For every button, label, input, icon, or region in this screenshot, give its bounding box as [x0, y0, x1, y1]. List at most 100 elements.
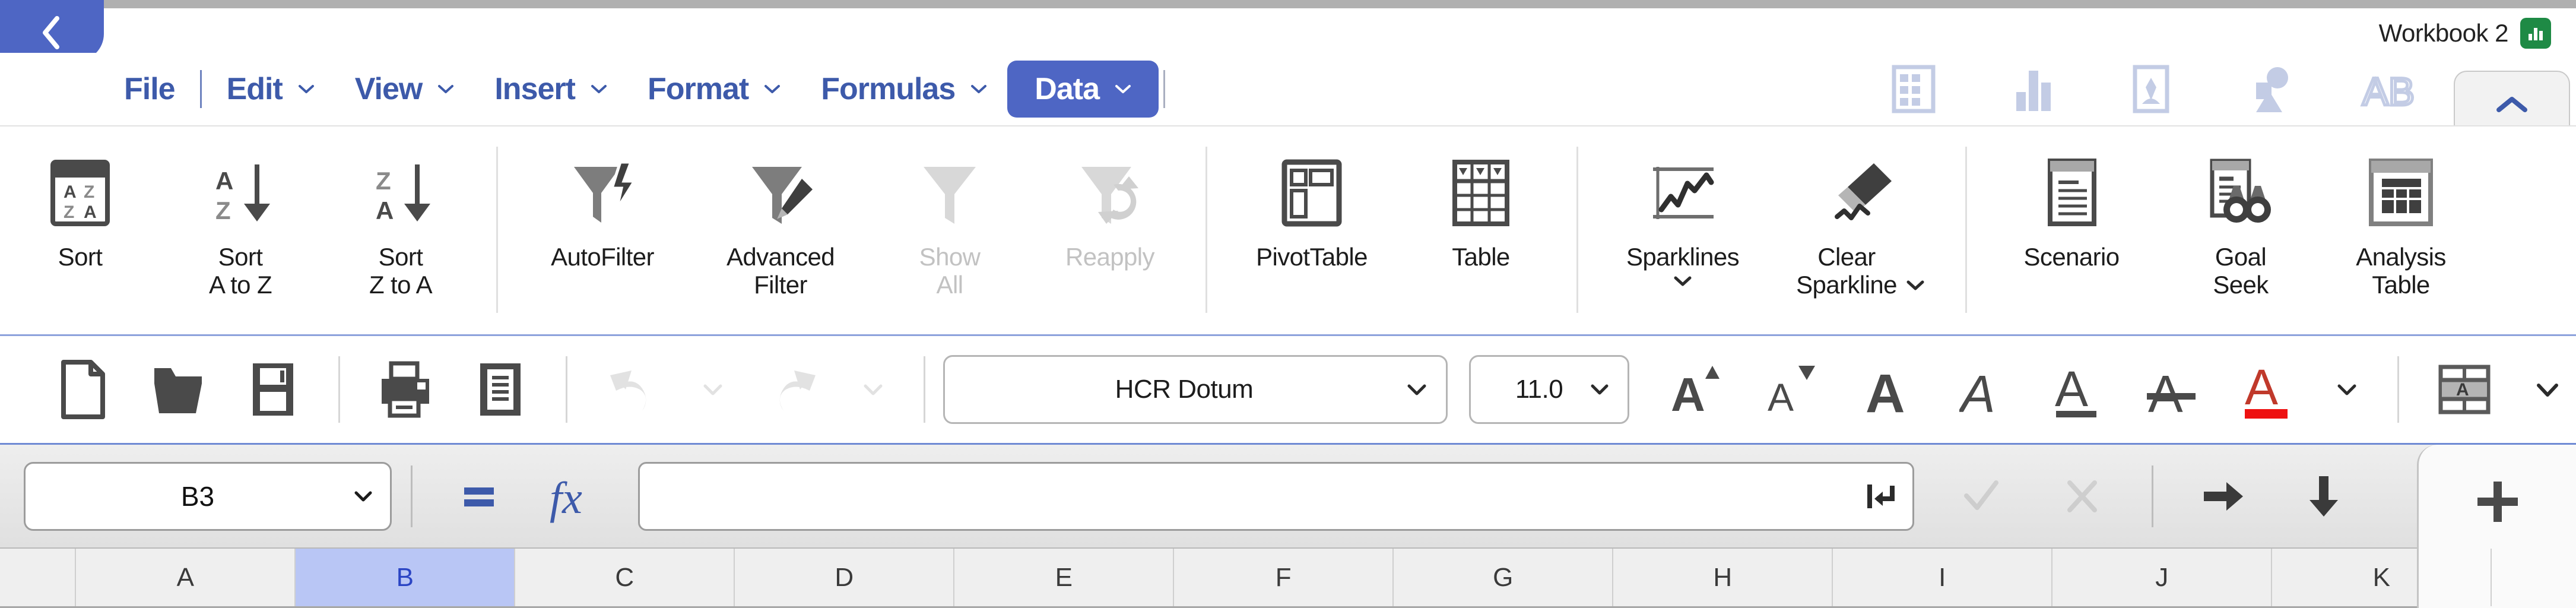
insert-shape-button[interactable]: [2210, 56, 2329, 122]
ribbon-toolbar: A Z Z A Sort A Z Sort A to Z Z A Sort Z …: [0, 125, 2576, 334]
menu-item-data[interactable]: Data: [1007, 61, 1159, 118]
print-preview-button[interactable]: [453, 348, 548, 431]
column-header-h[interactable]: H: [1613, 549, 1833, 606]
ribbon-button-clear-sparkline[interactable]: Clear Sparkline: [1772, 137, 1950, 299]
ribbon-group-filter: AutoFilter Advanced Filter Show All Reap…: [513, 137, 1190, 325]
strikethrough-button[interactable]: A: [2124, 348, 2219, 431]
ribbon-button-sort[interactable]: A Z Z A Sort: [0, 137, 160, 271]
svg-text:A: A: [84, 202, 97, 222]
menu-label: Edit: [226, 72, 283, 106]
ribbon-button-table[interactable]: Table: [1401, 137, 1561, 271]
ribbon-button-sort-z-to-a[interactable]: Z A Sort Z to A: [321, 137, 481, 299]
clear-sparkline-icon: [1823, 154, 1899, 232]
accept-formula-button[interactable]: [1931, 458, 2032, 535]
column-header-g[interactable]: G: [1394, 549, 1613, 606]
menu-item-insert[interactable]: Insert: [474, 64, 627, 115]
cell-style-button[interactable]: A: [2417, 348, 2512, 431]
font-name-select[interactable]: HCR Dotum: [943, 355, 1448, 424]
formula-bar-separator: [2152, 465, 2153, 527]
ribbon-button-analysis-table[interactable]: Analysis Table: [2321, 137, 2481, 299]
reapply-icon: [1072, 154, 1148, 232]
bar-chart-icon: [2016, 71, 2051, 111]
ribbon-button-autofilter[interactable]: AutoFilter: [513, 137, 691, 271]
chevron-down-icon: [354, 491, 372, 501]
ribbon-button-scenario[interactable]: Scenario: [1982, 137, 2161, 271]
cross-icon: [2067, 480, 2097, 512]
cell-style-dropdown[interactable]: [2512, 348, 2576, 431]
ribbon-button-reapply[interactable]: Reapply: [1030, 137, 1190, 271]
advanced-filter-icon: [743, 154, 819, 232]
chevron-down-icon: [703, 384, 722, 395]
print-preview-icon: [480, 363, 521, 416]
open-button[interactable]: [131, 348, 226, 431]
column-header-a[interactable]: A: [76, 549, 296, 606]
menu-label: Insert: [494, 72, 576, 106]
back-button[interactable]: [0, 0, 104, 61]
increase-font-size-button[interactable]: A: [1649, 348, 1744, 431]
decrease-font-size-button[interactable]: A: [1744, 348, 1839, 431]
chevron-down-icon[interactable]: [1673, 274, 1693, 287]
menu-item-format[interactable]: Format: [627, 64, 801, 115]
column-header-c[interactable]: C: [515, 549, 735, 606]
menu-item-formulas[interactable]: Formulas: [801, 64, 1007, 115]
underline-button[interactable]: A: [2029, 348, 2124, 431]
new-document-icon: [61, 360, 105, 419]
undo-arrow-icon: [610, 370, 646, 411]
redo-button[interactable]: [745, 348, 840, 431]
menu-item-view[interactable]: View: [335, 64, 475, 115]
wrap-enter-icon[interactable]: [1864, 480, 1897, 513]
font-color-button[interactable]: A: [2219, 348, 2314, 431]
save-button[interactable]: [226, 348, 321, 431]
name-box[interactable]: B3: [24, 461, 392, 531]
move-right-button[interactable]: [2172, 458, 2273, 535]
insert-textbox-button[interactable]: AB: [2329, 56, 2448, 122]
formula-input[interactable]: [638, 461, 1914, 531]
insert-chart-button[interactable]: [1973, 56, 2092, 122]
cancel-formula-button[interactable]: [2032, 458, 2133, 535]
select-all-corner[interactable]: [0, 549, 76, 606]
column-header-i[interactable]: I: [1833, 549, 2052, 606]
menu-item-file[interactable]: File: [104, 64, 195, 115]
chevron-down-icon[interactable]: [1905, 278, 1925, 292]
font-size-select[interactable]: 11.0: [1469, 355, 1629, 424]
column-header-b[interactable]: B: [296, 549, 515, 606]
ribbon-button-sparklines[interactable]: Sparklines: [1594, 137, 1772, 287]
insert-picture-button[interactable]: [2092, 56, 2210, 122]
menu-label: View: [354, 72, 423, 106]
svg-text:A: A: [2456, 380, 2469, 400]
insert-table-button[interactable]: [1854, 56, 1973, 122]
column-header-d[interactable]: D: [735, 549, 954, 606]
svg-text:A: A: [2055, 361, 2088, 417]
new-document-button[interactable]: [36, 348, 131, 431]
print-button[interactable]: [358, 348, 453, 431]
column-header-e[interactable]: E: [954, 549, 1174, 606]
column-header-j[interactable]: J: [2052, 549, 2272, 606]
column-header-k[interactable]: K: [2272, 549, 2492, 606]
undo-button[interactable]: [585, 348, 680, 431]
collapse-ribbon-button[interactable]: [2454, 71, 2570, 125]
italic-button[interactable]: A: [1934, 348, 2029, 431]
toolbar-separator: [2397, 356, 2399, 423]
bold-button[interactable]: A: [1839, 348, 1934, 431]
column-header-row: A B C D E F G H I J K: [0, 549, 2492, 608]
insert-function-button[interactable]: fx: [526, 461, 621, 532]
font-color-dropdown[interactable]: [2314, 348, 2380, 431]
insert-equals-button[interactable]: [432, 461, 526, 532]
ribbon-button-pivottable[interactable]: PivotTable: [1223, 137, 1401, 271]
ribbon-button-advanced-filter[interactable]: Advanced Filter: [691, 137, 870, 299]
chevron-down-icon: [2337, 384, 2356, 395]
system-status-strip: [0, 0, 2576, 8]
chevron-down-icon: [1407, 384, 1426, 395]
ribbon-button-goal-seek[interactable]: Goal Seek: [2161, 137, 2321, 299]
ribbon-button-show-all[interactable]: Show All: [870, 137, 1030, 299]
redo-dropdown[interactable]: [840, 348, 906, 431]
undo-dropdown[interactable]: [680, 348, 745, 431]
ribbon-group-sparklines: Sparklines Clear Sparkline: [1594, 137, 1950, 325]
ribbon-button-sort-a-to-z[interactable]: A Z Sort A to Z: [160, 137, 321, 299]
menu-item-edit[interactable]: Edit: [207, 64, 335, 115]
equals-icon: [464, 487, 494, 506]
formula-bar-separator: [411, 465, 413, 527]
move-down-button[interactable]: [2273, 458, 2374, 535]
column-header-f[interactable]: F: [1174, 549, 1394, 606]
open-folder-icon: [154, 368, 202, 413]
